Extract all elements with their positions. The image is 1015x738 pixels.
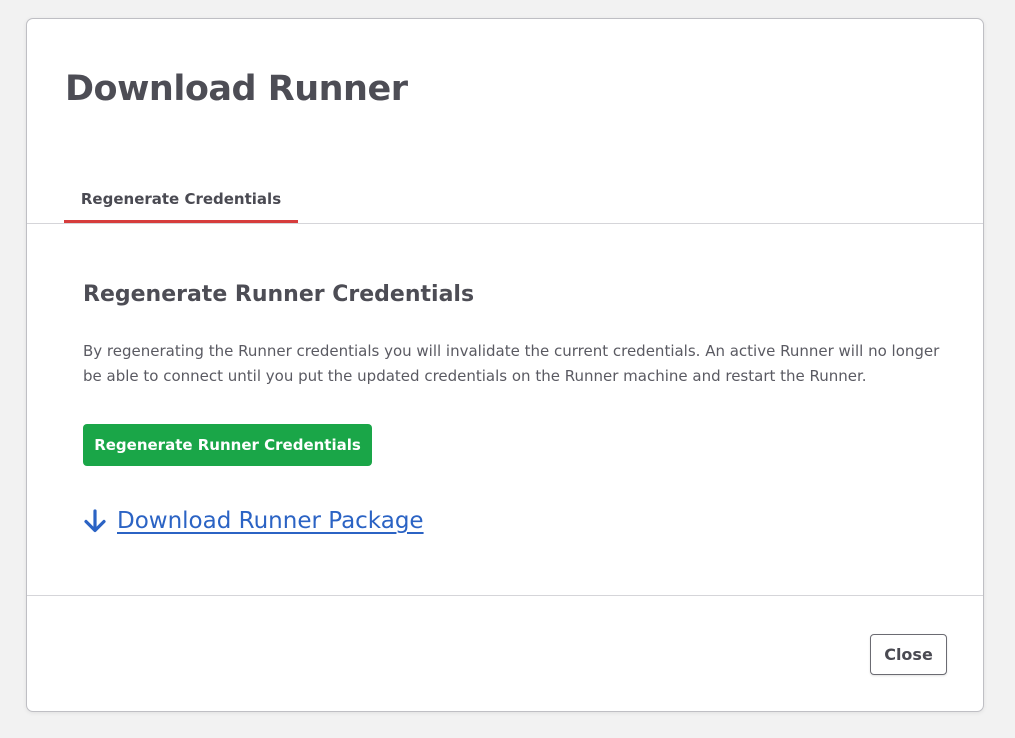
- section-description: By regenerating the Runner credentials y…: [83, 342, 940, 385]
- tab-bar: Regenerate Credentials: [27, 187, 983, 224]
- arrow-down-icon: [83, 507, 107, 535]
- download-link-label: Download Runner Package: [117, 508, 424, 534]
- download-runner-modal: Download Runner Regenerate Credentials R…: [26, 18, 984, 712]
- section-title: Regenerate Runner Credentials: [83, 282, 475, 307]
- regenerate-credentials-button[interactable]: Regenerate Runner Credentials: [83, 424, 372, 466]
- modal-title: Download Runner: [65, 69, 408, 109]
- close-button[interactable]: Close: [870, 634, 947, 675]
- download-runner-package-link[interactable]: Download Runner Package: [83, 507, 424, 535]
- footer-divider: [27, 595, 983, 596]
- tab-regenerate-credentials[interactable]: Regenerate Credentials: [64, 187, 298, 223]
